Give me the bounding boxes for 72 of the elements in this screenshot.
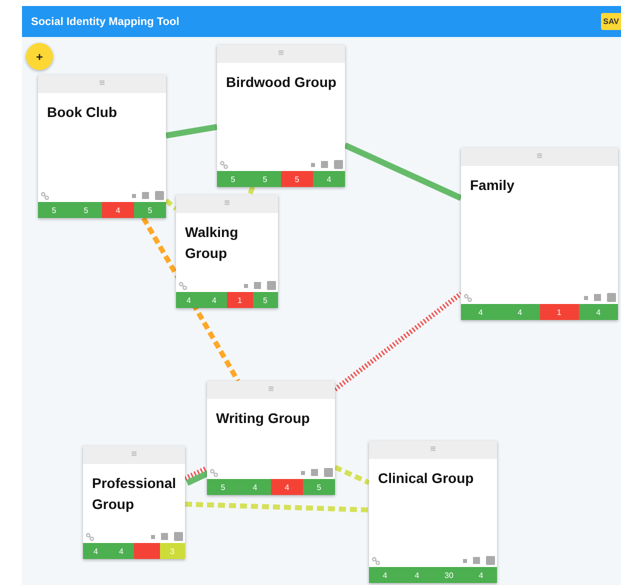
small-size-icon[interactable] xyxy=(132,194,136,198)
card-title: Family xyxy=(469,176,516,195)
group-card[interactable]: ≡ Writing Group 5 4 4 5 xyxy=(207,381,335,495)
medium-size-icon[interactable] xyxy=(254,282,261,289)
group-card[interactable]: ≡ Family 4 4 1 4 xyxy=(461,148,618,320)
group-card[interactable]: ≡ Clinical Group 4 4 30 4 xyxy=(369,441,497,583)
card-title: Birdwood Group xyxy=(225,73,338,92)
save-button[interactable]: SAV xyxy=(601,13,621,30)
score-cell: 4 xyxy=(83,543,108,559)
score-cell: 4 xyxy=(202,292,227,308)
score-cell: 5 xyxy=(303,479,335,495)
medium-size-icon[interactable] xyxy=(594,294,601,301)
small-size-icon[interactable] xyxy=(151,534,155,538)
score-cell: 5 xyxy=(252,292,278,308)
score-cell: 4 xyxy=(271,479,303,495)
score-cell: 5 xyxy=(217,171,249,187)
score-cell: 4 xyxy=(578,304,618,320)
group-card[interactable]: ≡ Birdwood Group 5 5 5 4 xyxy=(217,45,345,187)
score-cell: 1 xyxy=(227,292,252,308)
score-cell: 4 xyxy=(176,292,202,308)
small-size-icon[interactable] xyxy=(311,162,315,166)
card-title: Writing Group xyxy=(215,409,311,428)
link-icon[interactable] xyxy=(464,294,472,302)
score-cell: 5 xyxy=(38,202,70,218)
link-icon[interactable] xyxy=(86,532,94,540)
large-size-icon[interactable] xyxy=(334,160,343,169)
score-cell: 5 xyxy=(249,171,281,187)
score-cell: 4 xyxy=(461,304,500,320)
card-title: Professional Group xyxy=(91,474,178,514)
small-size-icon[interactable] xyxy=(584,296,588,300)
score-cell: 4 xyxy=(108,543,134,559)
score-cell: 4 xyxy=(465,567,497,583)
app-title: Social Identity Mapping Tool xyxy=(31,16,180,28)
score-cell: 4 xyxy=(369,567,401,583)
score-cell: 4 xyxy=(102,202,134,218)
large-size-icon[interactable] xyxy=(607,293,616,302)
score-cell: 5 xyxy=(70,202,102,218)
card-title: Book Club xyxy=(46,103,118,122)
large-size-icon[interactable] xyxy=(155,191,164,200)
large-size-icon[interactable] xyxy=(486,556,495,565)
card-title: Walking Group xyxy=(184,223,240,263)
score-cell: 5 xyxy=(207,479,239,495)
group-card[interactable]: ≡ Book Club 5 5 4 5 xyxy=(38,75,166,218)
group-card[interactable]: ≡ Professional Group 4 4 3 xyxy=(83,446,185,559)
score-cell: 5 xyxy=(134,202,166,218)
score-cell: 3 xyxy=(160,543,185,559)
link-icon[interactable] xyxy=(210,468,218,476)
score-cell: 4 xyxy=(239,479,271,495)
medium-size-icon[interactable] xyxy=(142,192,149,199)
link-icon[interactable] xyxy=(372,556,380,564)
card-title: Clinical Group xyxy=(377,469,475,488)
large-size-icon[interactable] xyxy=(174,532,183,541)
group-card[interactable]: ≡ Walking Group 4 4 1 5 xyxy=(176,195,278,308)
score-cell: 5 xyxy=(281,171,313,187)
small-size-icon[interactable] xyxy=(463,558,467,562)
link-icon[interactable] xyxy=(41,192,49,200)
score-cell: 1 xyxy=(540,304,579,320)
small-size-icon[interactable] xyxy=(301,470,305,474)
medium-size-icon[interactable] xyxy=(161,533,168,540)
link-icon[interactable] xyxy=(220,160,228,168)
medium-size-icon[interactable] xyxy=(321,161,328,168)
score-cell: 4 xyxy=(500,304,540,320)
link-icon[interactable] xyxy=(179,282,187,290)
add-button[interactable]: + xyxy=(26,43,53,70)
score-cell: 4 xyxy=(313,171,345,187)
score-cell: 4 xyxy=(401,567,433,583)
medium-size-icon[interactable] xyxy=(473,557,480,564)
large-size-icon[interactable] xyxy=(267,281,276,290)
score-cell: 30 xyxy=(433,567,465,583)
medium-size-icon[interactable] xyxy=(311,469,318,476)
small-size-icon[interactable] xyxy=(244,284,248,288)
large-size-icon[interactable] xyxy=(324,468,333,477)
